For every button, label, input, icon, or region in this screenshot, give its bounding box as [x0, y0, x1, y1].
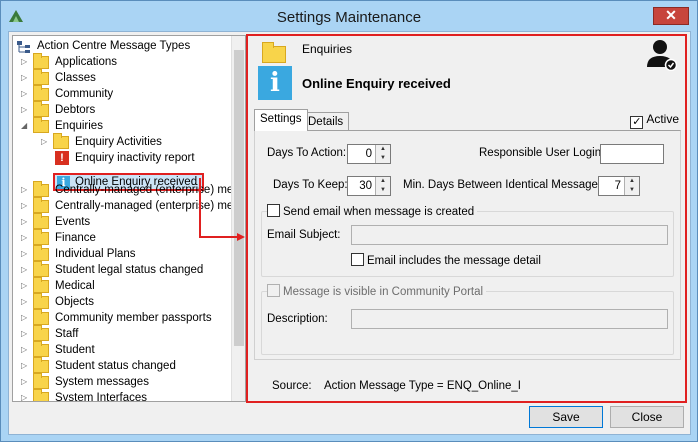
- folder-icon: [33, 117, 49, 133]
- tab-details[interactable]: Details: [302, 112, 350, 132]
- email-subject-label: Email Subject:: [267, 229, 341, 241]
- responsible-user-input[interactable]: [600, 144, 664, 164]
- min-days-label: Min. Days Between Identical Messages:: [403, 179, 607, 191]
- folder-icon: [262, 42, 286, 63]
- folder-icon: [33, 309, 49, 325]
- expand-icon[interactable]: ▷: [21, 266, 29, 274]
- spin-buttons[interactable]: ▲ ▼: [375, 177, 390, 195]
- folder-icon: [33, 101, 49, 117]
- min-days-stepper[interactable]: 7 ▲ ▼: [598, 176, 640, 196]
- user-check-icon: [647, 40, 677, 71]
- alert-icon: !: [55, 151, 69, 165]
- expand-icon[interactable]: ▷: [21, 314, 29, 322]
- folder-icon: [33, 245, 49, 261]
- close-button[interactable]: Close: [610, 406, 684, 428]
- folder-icon: [33, 69, 49, 85]
- expand-icon[interactable]: ▷: [21, 378, 29, 386]
- title-bar[interactable]: Settings Maintenance ✕: [1, 1, 697, 31]
- expand-icon[interactable]: ▷: [41, 138, 49, 146]
- send-email-checkbox[interactable]: Send email when message is created: [267, 204, 478, 218]
- min-days-value: 7: [614, 180, 621, 192]
- checkbox-box[interactable]: ✓: [630, 116, 644, 129]
- expand-icon[interactable]: ▷: [21, 330, 29, 338]
- settings-tab-body: Days To Action: 0 ▲ ▼ Responsible User Lo…: [254, 130, 681, 360]
- folder-icon: [53, 133, 69, 149]
- checkbox-box[interactable]: [267, 204, 280, 217]
- portal-checkbox[interactable]: Message is visible in Community Portal: [267, 284, 487, 298]
- expand-icon[interactable]: ▷: [21, 282, 29, 290]
- checkbox-box[interactable]: [351, 253, 364, 266]
- client-area: Action Centre Message Types ▷ Applicatio…: [8, 31, 691, 435]
- expand-icon[interactable]: ▷: [21, 186, 29, 194]
- spin-buttons[interactable]: ▲ ▼: [375, 145, 390, 163]
- collapse-icon[interactable]: ◢: [21, 122, 29, 130]
- expand-icon[interactable]: ▷: [21, 202, 29, 210]
- expand-icon[interactable]: ▷: [21, 394, 29, 402]
- description-label: Description:: [267, 313, 328, 325]
- source-value: Action Message Type = ENQ_Online_I: [324, 380, 521, 392]
- days-to-action-stepper[interactable]: 0 ▲ ▼: [347, 144, 391, 164]
- expand-icon[interactable]: ▷: [21, 250, 29, 258]
- category-label: Enquiries: [302, 42, 353, 56]
- expand-icon[interactable]: ▷: [21, 74, 29, 82]
- detail-panel: Enquiries i Online Enquiry received Sett…: [246, 34, 687, 403]
- folder-icon: [33, 373, 49, 389]
- source-label: Source:: [272, 380, 312, 392]
- expand-icon[interactable]: ▷: [21, 346, 29, 354]
- save-button[interactable]: Save: [529, 406, 603, 428]
- expand-icon[interactable]: ▷: [21, 234, 29, 242]
- folder-icon: [33, 197, 49, 213]
- active-checkbox[interactable]: ✓ Active: [630, 112, 679, 129]
- days-to-keep-stepper[interactable]: 30 ▲ ▼: [347, 176, 391, 196]
- folder-icon: [33, 341, 49, 357]
- folder-icon: [33, 325, 49, 341]
- settings-window: Settings Maintenance ✕ Action Centre Mes…: [0, 0, 698, 442]
- hierarchy-icon: [17, 41, 30, 53]
- expand-icon[interactable]: ▷: [21, 218, 29, 226]
- folder-icon: [33, 229, 49, 245]
- days-to-action-value: 0: [365, 148, 372, 160]
- folder-icon: [33, 85, 49, 101]
- checkbox-box[interactable]: [267, 284, 280, 297]
- description-input[interactable]: [351, 309, 668, 329]
- folder-icon: [33, 389, 49, 401]
- tree-root-label: Action Centre Message Types: [37, 40, 191, 52]
- days-to-action-label: Days To Action:: [267, 147, 347, 159]
- expand-icon[interactable]: ▷: [21, 106, 29, 114]
- days-to-keep-label: Days To Keep:: [273, 179, 348, 191]
- folder-icon: [33, 181, 49, 197]
- info-icon: i: [258, 66, 292, 100]
- folder-icon: [33, 53, 49, 69]
- folder-icon: [33, 293, 49, 309]
- spin-buttons[interactable]: ▲ ▼: [624, 177, 639, 195]
- email-subject-input[interactable]: [351, 225, 668, 245]
- message-title: Online Enquiry received: [302, 76, 451, 91]
- window-close-button[interactable]: ✕: [653, 7, 689, 25]
- window-title: Settings Maintenance: [276, 9, 422, 26]
- folder-icon: [33, 277, 49, 293]
- tree-scrollbar[interactable]: [231, 36, 245, 401]
- folder-icon: [33, 213, 49, 229]
- message-type-tree[interactable]: Action Centre Message Types ▷ Applicatio…: [12, 35, 246, 402]
- expand-icon[interactable]: ▷: [21, 58, 29, 66]
- expand-icon[interactable]: ▷: [21, 362, 29, 370]
- responsible-user-label: Responsible User Login:: [479, 147, 605, 159]
- folder-icon: [33, 261, 49, 277]
- active-label: Active: [646, 112, 679, 126]
- tab-settings[interactable]: Settings: [254, 109, 308, 131]
- email-detail-checkbox[interactable]: Email includes the message detail: [351, 253, 541, 267]
- folder-icon: [33, 357, 49, 373]
- expand-icon[interactable]: ▷: [21, 298, 29, 306]
- expand-icon[interactable]: ▷: [21, 90, 29, 98]
- tree-scroll-thumb[interactable]: [234, 50, 244, 346]
- days-to-keep-value: 30: [359, 180, 372, 192]
